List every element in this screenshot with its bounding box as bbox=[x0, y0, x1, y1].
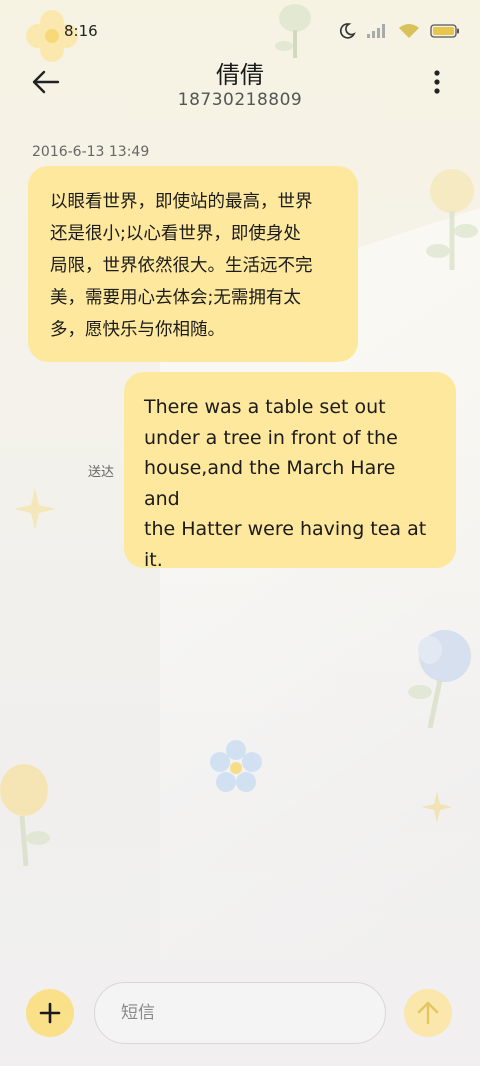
message-input[interactable] bbox=[94, 982, 386, 1044]
add-attachment-button[interactable] bbox=[26, 989, 74, 1037]
message-line: it. bbox=[144, 548, 163, 571]
wifi-icon bbox=[399, 24, 419, 38]
message-composer bbox=[0, 960, 480, 1066]
message-timestamp: 2016-6-13 13:49 bbox=[32, 144, 150, 160]
contact-name: 倩倩 bbox=[216, 61, 264, 89]
plus-icon bbox=[39, 1002, 61, 1024]
message-line: 局限，世界依然很大。生活远不完 bbox=[50, 256, 313, 276]
message-line: There was a table set out bbox=[144, 396, 386, 418]
delivery-status: 送达 bbox=[88, 465, 115, 480]
outgoing-message-bubble[interactable]: There was a table set out under a tree i… bbox=[124, 372, 456, 571]
conversation-header: 倩倩 18730218809 bbox=[0, 55, 480, 115]
message-line: 以眼看世界，即使站的最高，世界 bbox=[50, 192, 313, 212]
more-vertical-icon bbox=[434, 70, 440, 94]
incoming-message-bubble[interactable]: 以眼看世界，即使站的最高，世界 还是很小;以心看世界，即使身处 局限，世界依然很… bbox=[28, 166, 358, 362]
flower-decoration-icon bbox=[0, 764, 50, 867]
arrow-up-icon bbox=[417, 1001, 439, 1025]
message-line: the Hatter were having tea at bbox=[144, 518, 427, 540]
star-decoration-icon bbox=[421, 791, 453, 823]
message-line: house,and the March Hare and bbox=[144, 457, 396, 510]
more-options-button[interactable] bbox=[430, 69, 444, 95]
message-line: under a tree in front of the bbox=[144, 426, 398, 449]
flower-decoration-icon bbox=[210, 740, 262, 792]
status-time: 8:16 bbox=[64, 22, 98, 40]
star-decoration-icon bbox=[14, 488, 56, 530]
status-bar: 8:16 bbox=[0, 0, 480, 60]
send-button[interactable] bbox=[404, 989, 452, 1037]
moon-icon bbox=[339, 23, 356, 39]
message-line: 多，愿快乐与你相随。 bbox=[50, 320, 225, 340]
contact-number: 18730218809 bbox=[177, 90, 303, 110]
message-line: 美，需要用心去体会;无需拥有太 bbox=[50, 288, 301, 308]
message-line: 还是很小;以心看世界，即使身处 bbox=[50, 224, 301, 244]
battery-icon bbox=[430, 24, 459, 38]
status-icons bbox=[338, 22, 460, 40]
signal-icon bbox=[367, 24, 385, 38]
flower-decoration-icon bbox=[426, 169, 478, 270]
flower-decoration-icon bbox=[408, 630, 471, 729]
